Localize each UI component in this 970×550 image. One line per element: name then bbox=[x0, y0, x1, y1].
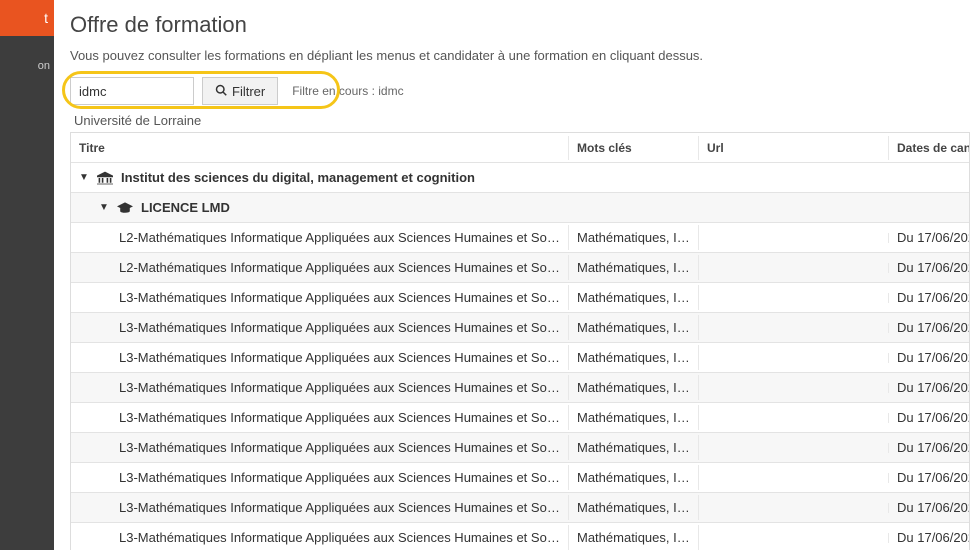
cell-mots: Mathématiques, Informatique bbox=[569, 435, 699, 460]
table-row[interactable]: L3-Mathématiques Informatique Appliquées… bbox=[71, 343, 969, 373]
cell-titre: L3-Mathématiques Informatique Appliquées… bbox=[71, 465, 569, 490]
sidebar-header[interactable]: t bbox=[0, 0, 54, 36]
filter-button-label: Filtrer bbox=[232, 84, 265, 99]
cell-url bbox=[699, 503, 889, 513]
tree-root-label[interactable]: Université de Lorraine bbox=[74, 113, 970, 128]
cell-dates: Du 17/06/2024 bbox=[889, 495, 969, 520]
cell-titre: L3-Mathématiques Informatique Appliquées… bbox=[71, 405, 569, 430]
table-row[interactable]: L3-Mathématiques Informatique Appliquées… bbox=[71, 433, 969, 463]
formations-table: Titre Mots clés Url Dates de candidature… bbox=[70, 132, 970, 550]
group-institution-label: Institut des sciences du digital, manage… bbox=[121, 170, 475, 185]
table-row[interactable]: L2-Mathématiques Informatique Appliquées… bbox=[71, 253, 969, 283]
cell-dates: Du 17/06/2024 bbox=[889, 435, 969, 460]
filter-row: Filtrer Filtre en cours : idmc bbox=[70, 77, 970, 105]
cell-url bbox=[699, 413, 889, 423]
chevron-down-icon: ▼ bbox=[79, 172, 89, 183]
cell-mots: Mathématiques, Informatique bbox=[569, 375, 699, 400]
cell-mots: Mathématiques, Informatique bbox=[569, 315, 699, 340]
main-content: Offre de formation Vous pouvez consulter… bbox=[54, 0, 970, 550]
table-row[interactable]: L3-Mathématiques Informatique Appliquées… bbox=[71, 313, 969, 343]
table-row[interactable]: L3-Mathématiques Informatique Appliquées… bbox=[71, 403, 969, 433]
sidebar-item[interactable]: on bbox=[0, 36, 54, 76]
cell-url bbox=[699, 473, 889, 483]
col-header-url[interactable]: Url bbox=[699, 136, 889, 160]
cell-titre: L3-Mathématiques Informatique Appliquées… bbox=[71, 525, 569, 550]
filter-status: Filtre en cours : idmc bbox=[292, 84, 403, 98]
cell-titre: L2-Mathématiques Informatique Appliquées… bbox=[71, 255, 569, 280]
search-icon bbox=[215, 84, 227, 99]
graduation-cap-icon bbox=[117, 201, 133, 215]
sidebar-header-label: t bbox=[44, 10, 48, 26]
cell-titre: L3-Mathématiques Informatique Appliquées… bbox=[71, 435, 569, 460]
col-header-dates[interactable]: Dates de candidature bbox=[889, 136, 969, 160]
table-row[interactable]: L2-Mathématiques Informatique Appliquées… bbox=[71, 223, 969, 253]
cell-dates: Du 17/06/2024 bbox=[889, 315, 969, 340]
cell-url bbox=[699, 443, 889, 453]
sidebar-item-label: on bbox=[38, 60, 50, 72]
cell-mots: Mathématiques, Informatique bbox=[569, 255, 699, 280]
cell-dates: Du 17/06/2024 bbox=[889, 345, 969, 370]
group-licence[interactable]: ▼ LICENCE LMD bbox=[71, 193, 969, 223]
page-subtitle: Vous pouvez consulter les formations en … bbox=[70, 48, 970, 63]
cell-url bbox=[699, 323, 889, 333]
table-row[interactable]: L3-Mathématiques Informatique Appliquées… bbox=[71, 283, 969, 313]
cell-dates: Du 17/06/2024 bbox=[889, 465, 969, 490]
cell-url bbox=[699, 383, 889, 393]
cell-mots: Mathématiques, Informatique bbox=[569, 525, 699, 550]
cell-titre: L3-Mathématiques Informatique Appliquées… bbox=[71, 285, 569, 310]
table-header: Titre Mots clés Url Dates de candidature bbox=[71, 133, 969, 163]
cell-dates: Du 17/06/2024 bbox=[889, 405, 969, 430]
table-row[interactable]: L3-Mathématiques Informatique Appliquées… bbox=[71, 493, 969, 523]
page-title: Offre de formation bbox=[70, 12, 970, 38]
cell-mots: Mathématiques, Informatique bbox=[569, 225, 699, 250]
cell-titre: L3-Mathématiques Informatique Appliquées… bbox=[71, 345, 569, 370]
cell-url bbox=[699, 353, 889, 363]
cell-dates: Du 17/06/2024 bbox=[889, 375, 969, 400]
cell-dates: Du 17/06/2024 bbox=[889, 525, 969, 550]
group-institution[interactable]: ▼ Institut des sciences du digital, mana… bbox=[71, 163, 969, 193]
cell-dates: Du 17/06/2024 bbox=[889, 255, 969, 280]
cell-titre: L3-Mathématiques Informatique Appliquées… bbox=[71, 375, 569, 400]
cell-titre: L3-Mathématiques Informatique Appliquées… bbox=[71, 315, 569, 340]
cell-titre: L2-Mathématiques Informatique Appliquées… bbox=[71, 225, 569, 250]
institution-icon bbox=[97, 171, 113, 185]
table-row[interactable]: L3-Mathématiques Informatique Appliquées… bbox=[71, 523, 969, 550]
col-header-mots[interactable]: Mots clés bbox=[569, 136, 699, 160]
sidebar: t on bbox=[0, 0, 54, 550]
table-row[interactable]: L3-Mathématiques Informatique Appliquées… bbox=[71, 373, 969, 403]
table-row[interactable]: L3-Mathématiques Informatique Appliquées… bbox=[71, 463, 969, 493]
cell-mots: Mathématiques, Informatique bbox=[569, 465, 699, 490]
filter-input[interactable] bbox=[70, 77, 194, 105]
cell-url bbox=[699, 293, 889, 303]
cell-url bbox=[699, 233, 889, 243]
cell-mots: Mathématiques, Informatique bbox=[569, 285, 699, 310]
cell-url bbox=[699, 533, 889, 543]
filter-button[interactable]: Filtrer bbox=[202, 77, 278, 105]
cell-mots: Mathématiques, Informatique bbox=[569, 405, 699, 430]
cell-mots: Mathématiques, Informatique bbox=[569, 495, 699, 520]
col-header-titre[interactable]: Titre bbox=[71, 136, 569, 160]
cell-mots: Mathématiques, Informatique bbox=[569, 345, 699, 370]
group-licence-label: LICENCE LMD bbox=[141, 200, 230, 215]
cell-dates: Du 17/06/2024 bbox=[889, 225, 969, 250]
cell-url bbox=[699, 263, 889, 273]
cell-dates: Du 17/06/2024 bbox=[889, 285, 969, 310]
chevron-down-icon: ▼ bbox=[99, 202, 109, 213]
cell-titre: L3-Mathématiques Informatique Appliquées… bbox=[71, 495, 569, 520]
